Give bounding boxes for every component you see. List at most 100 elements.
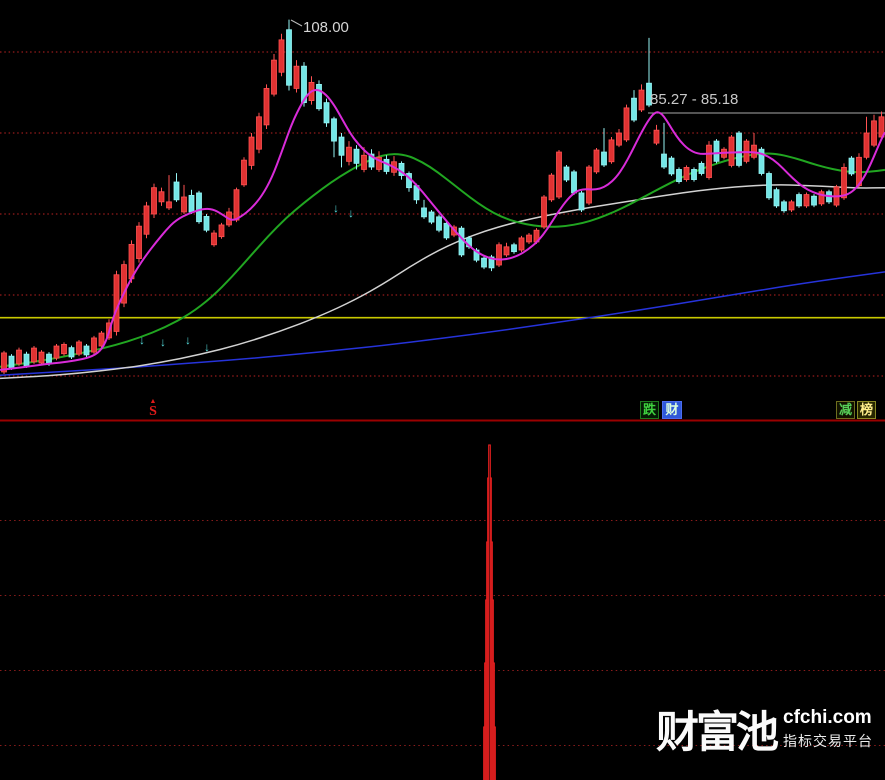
- candle-down: [796, 194, 802, 207]
- watermark-url: cfchi.com: [783, 707, 872, 728]
- stock-chart-screen: ↓ ↓ ↓ ↓ ↓ ↓ 108.00 85.27 - 85.18 ▲ S 跌 财 减 榜 …: [0, 0, 885, 780]
- candle-down: [196, 192, 202, 223]
- candle-down: [571, 171, 577, 194]
- candle-up: [361, 154, 367, 170]
- candle-down: [458, 227, 465, 256]
- candle-down: [436, 216, 442, 231]
- candle-down: [713, 140, 720, 162]
- candle-up: [61, 344, 67, 355]
- candle-up: [841, 167, 847, 199]
- candle-up: [586, 166, 592, 204]
- candle-down: [353, 148, 360, 164]
- candle-down: [811, 195, 817, 206]
- signal-s-marker: ▲ S: [146, 398, 160, 419]
- ma-fast-magenta-line: [0, 89, 885, 371]
- ma-slow-white-line: [0, 184, 885, 380]
- candle-up: [346, 146, 352, 162]
- down-arrow-marker: ↓: [185, 333, 191, 347]
- candle-up: [256, 116, 262, 150]
- candle-down: [511, 244, 517, 253]
- candle-up: [233, 189, 240, 221]
- candle-up: [248, 136, 255, 166]
- down-arrow-marker: ↓: [333, 201, 339, 215]
- signal-letter: S: [149, 404, 157, 419]
- candle-down: [68, 347, 75, 358]
- candle-up: [608, 139, 615, 163]
- candle-up: [218, 224, 225, 238]
- candle-down: [601, 151, 607, 166]
- watermark-logo-text: 财富池: [656, 709, 779, 757]
- candle-down: [691, 169, 697, 180]
- candle-down: [773, 189, 780, 207]
- candle-up: [623, 107, 630, 141]
- candle-up: [38, 351, 45, 364]
- candle-down: [668, 157, 675, 175]
- candle-up: [653, 129, 660, 144]
- candle-up: [706, 144, 712, 178]
- candle-down: [848, 157, 855, 175]
- candle-up: [518, 237, 525, 251]
- candle-up: [271, 59, 277, 95]
- candle-up: [638, 89, 645, 111]
- candle-up: [728, 136, 735, 166]
- range-price-annotation: 85.27 - 85.18: [650, 91, 739, 108]
- candle-up: [556, 151, 562, 198]
- candlestick-chart-canvas[interactable]: ↓ ↓ ↓ ↓ ↓ ↓: [0, 0, 885, 780]
- candle-down: [698, 162, 705, 174]
- candle-up: [278, 39, 285, 73]
- candle-down: [766, 173, 772, 199]
- candle-down: [8, 355, 15, 369]
- candle-up: [788, 201, 795, 211]
- candle-down: [578, 192, 585, 211]
- candle-down: [83, 345, 90, 356]
- candle-up: [136, 225, 142, 259]
- candle-up: [871, 120, 877, 146]
- candle-up: [616, 132, 622, 146]
- down-arrow-marker: ↓: [204, 340, 210, 354]
- candle-down: [428, 211, 435, 223]
- candle-up: [526, 234, 532, 243]
- candle-up: [541, 196, 547, 228]
- candle-down: [661, 153, 667, 168]
- down-arrow-marker: ↓: [348, 206, 354, 220]
- candle-up: [241, 159, 247, 186]
- candle-down: [188, 194, 195, 213]
- candle-up: [803, 194, 810, 207]
- candle-up: [863, 132, 870, 158]
- down-arrow-marker: ↓: [139, 333, 145, 347]
- indicator-tag-jian: 减: [836, 401, 855, 419]
- watermark-subtitle: 指标交易平台: [783, 733, 873, 749]
- watermark: 财富池 cfchi.com 指标交易平台: [656, 698, 873, 760]
- candle-up: [548, 174, 555, 201]
- candle-down: [23, 353, 30, 367]
- candle-up: [158, 191, 165, 203]
- indicator-tag-die: 跌: [640, 401, 659, 419]
- candle-up: [181, 196, 187, 213]
- candle-up: [496, 244, 502, 266]
- candle-up: [211, 232, 217, 246]
- candle-up: [263, 88, 270, 126]
- indicator-tag-bang: 榜: [857, 401, 876, 419]
- indicator-tag-cai: 财: [662, 401, 682, 419]
- candle-up: [503, 246, 510, 256]
- candle-down: [173, 181, 180, 201]
- candle-down: [203, 216, 210, 231]
- candle-up: [293, 65, 300, 89]
- signal-spike-step: [488, 444, 491, 780]
- candle-up: [166, 201, 172, 209]
- candle-down: [421, 207, 427, 218]
- candle-up: [151, 187, 157, 215]
- candle-down: [316, 84, 322, 110]
- candle-up: [16, 349, 22, 365]
- candle-down: [781, 201, 787, 212]
- candle-up: [53, 345, 60, 359]
- annotation-tick: [290, 19, 303, 27]
- candle-down: [286, 29, 292, 86]
- candle-down: [631, 97, 637, 121]
- candle-down: [46, 353, 52, 365]
- candle-down: [563, 166, 570, 181]
- peak-price-annotation: 108.00: [303, 19, 349, 36]
- ma-long-blue-line: [0, 271, 885, 376]
- candle-up: [143, 205, 150, 235]
- candle-down: [736, 132, 742, 166]
